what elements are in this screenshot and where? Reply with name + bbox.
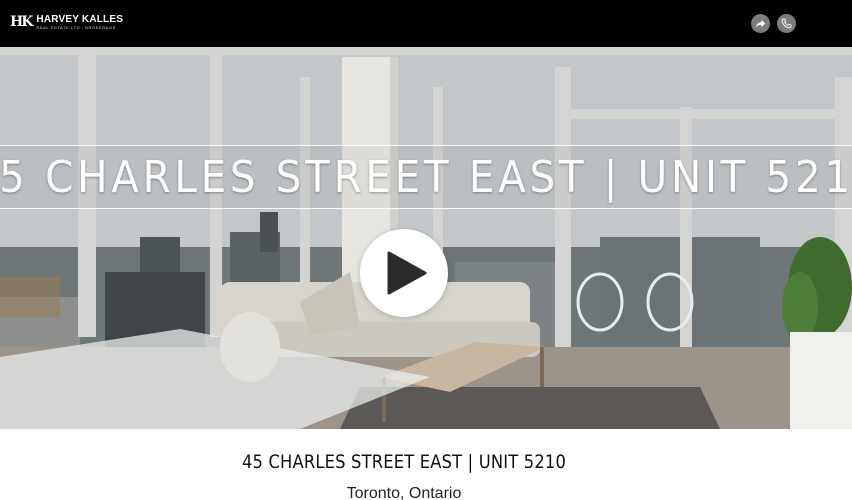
property-title: 45 CHARLES STREET EAST | UNIT 5210 bbox=[241, 451, 567, 473]
logo-text: HARVEY KALLES REAL ESTATE LTD., BROKERAG… bbox=[36, 15, 123, 31]
logo-name: HARVEY KALLES bbox=[36, 14, 124, 25]
play-button[interactable] bbox=[360, 229, 448, 317]
hero-video[interactable]: 45 CHARLES STREET EAST | UNIT 5210 bbox=[0, 47, 852, 429]
call-button[interactable] bbox=[777, 14, 796, 33]
play-icon bbox=[387, 251, 427, 295]
video-title-banner: 45 CHARLES STREET EAST | UNIT 5210 bbox=[0, 145, 852, 209]
property-city: Toronto, Ontario bbox=[346, 485, 462, 500]
logo-subtitle: REAL ESTATE LTD., BROKERAGE bbox=[36, 25, 117, 30]
logo-mark: HK bbox=[10, 14, 33, 30]
share-arrow-icon bbox=[755, 19, 766, 28]
harvey-kalles-logo[interactable]: HK HARVEY KALLES REAL ESTATE LTD., BROKE… bbox=[10, 15, 123, 33]
listing-info: 45 CHARLES STREET EAST | UNIT 5210 Toron… bbox=[0, 429, 852, 500]
video-title-text: 45 CHARLES STREET EAST | UNIT 5210 bbox=[0, 151, 852, 203]
top-bar: HK HARVEY KALLES REAL ESTATE LTD., BROKE… bbox=[0, 0, 852, 47]
share-button[interactable] bbox=[751, 14, 770, 33]
phone-icon bbox=[781, 18, 792, 29]
